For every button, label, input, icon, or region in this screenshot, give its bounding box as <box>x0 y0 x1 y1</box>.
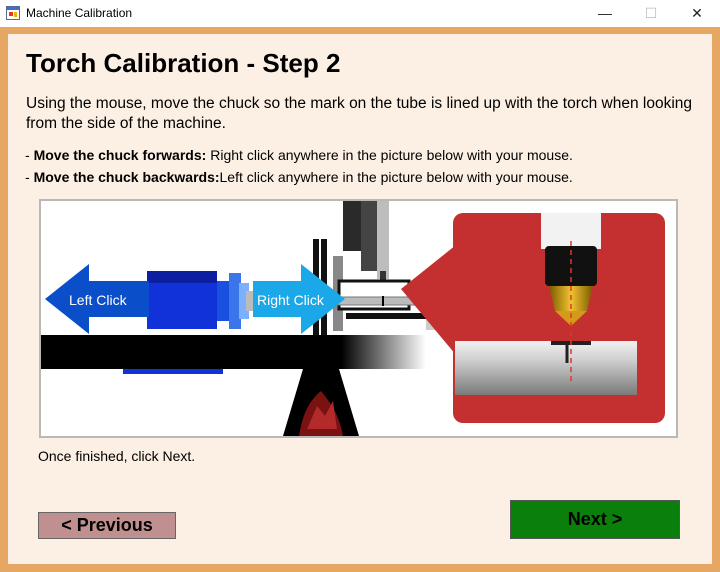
instruction-prefix: - <box>25 169 34 185</box>
app-window-icon <box>6 6 20 20</box>
page-title: Torch Calibration - Step 2 <box>26 48 341 78</box>
window-title: Machine Calibration <box>26 6 133 20</box>
machine-illustration <box>41 201 665 436</box>
close-button[interactable]: ✕ <box>674 0 720 27</box>
instruction-text: Left click anywhere in the picture below… <box>219 169 573 185</box>
maximize-button[interactable]: ☐ <box>628 0 674 27</box>
instruction-text: Right click anywhere in the picture belo… <box>210 147 573 163</box>
wizard-content: Torch Calibration - Step 2 Using the mou… <box>8 34 712 564</box>
right-click-label: Right Click <box>257 292 325 308</box>
calibration-window: Machine Calibration — ☐ ✕ Torch Calibrat… <box>0 0 720 572</box>
instruction-label: Move the chuck forwards: <box>33 147 207 163</box>
left-click-label: Left Click <box>69 292 128 308</box>
previous-button[interactable]: < Previous <box>38 512 176 539</box>
finished-hint: Once finished, click Next. <box>38 448 196 464</box>
instruction-prefix: - <box>25 147 34 163</box>
instruction-label: Move the chuck backwards: <box>33 169 220 185</box>
minimize-button[interactable]: — <box>582 0 628 27</box>
calibration-picture[interactable]: Left Click Right Click <box>39 199 678 438</box>
intro-text: Using the mouse, move the chuck so the m… <box>26 95 693 132</box>
instruction-backwards: - Move the chuck backwards:Left click an… <box>25 169 573 185</box>
instruction-forwards: - Move the chuck forwards: Right click an… <box>25 147 573 163</box>
title-bar: Machine Calibration — ☐ ✕ <box>0 0 720 27</box>
next-button[interactable]: Next > <box>510 500 680 539</box>
